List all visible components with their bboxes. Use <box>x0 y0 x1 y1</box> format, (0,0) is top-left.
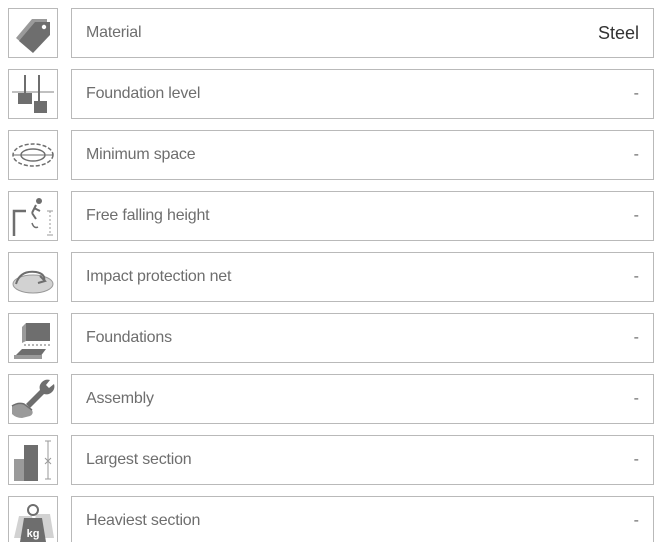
wrench-hand-icon <box>11 379 55 418</box>
minimum-space-icon <box>12 143 54 167</box>
spec-label: Impact protection net <box>86 268 232 285</box>
spec-value: - <box>633 512 639 529</box>
spec-row-material: Material Steel <box>8 8 654 58</box>
spec-field: Minimum space - <box>71 130 654 180</box>
spec-row-largest-section: Largest section - <box>8 435 654 485</box>
spec-field: Largest section - <box>71 435 654 485</box>
spec-icon-box <box>8 252 58 302</box>
specification-list: Material Steel Foundation level - Minimu… <box>0 0 658 542</box>
spec-row-impact-protection-net: Impact protection net - <box>8 252 654 302</box>
spec-field: Material Steel <box>71 8 654 58</box>
spec-label: Largest section <box>86 451 192 468</box>
spec-label: Foundations <box>86 329 172 346</box>
spec-label: Assembly <box>86 390 154 407</box>
spec-value: - <box>633 451 639 468</box>
spec-icon-box <box>8 69 58 119</box>
spec-value: - <box>633 146 639 163</box>
spec-label: Free falling height <box>86 207 210 224</box>
spec-value: - <box>633 207 639 224</box>
spec-field: Free falling height - <box>71 191 654 241</box>
spec-label: Material <box>86 24 142 41</box>
largest-section-icon <box>14 440 52 481</box>
weight-unit-text: kg <box>27 528 40 540</box>
spec-row-heaviest-section: kg Heaviest section - <box>8 496 654 542</box>
free-fall-height-icon <box>12 198 53 236</box>
spec-value: Steel <box>597 23 639 43</box>
spec-label: Minimum space <box>86 146 196 163</box>
impact-protection-icon <box>12 270 54 294</box>
spec-icon-box <box>8 130 58 180</box>
spec-field: Assembly - <box>71 374 654 424</box>
spec-value: - <box>633 329 639 346</box>
spec-field: Impact protection net - <box>71 252 654 302</box>
spec-label: Heaviest section <box>86 512 201 529</box>
spec-icon-box <box>8 435 58 485</box>
spec-value: - <box>633 85 639 102</box>
price-tag-icon <box>16 19 50 53</box>
spec-icon-box <box>8 313 58 363</box>
spec-icon-box <box>8 8 58 58</box>
spec-icon-box <box>8 191 58 241</box>
spec-field: Foundations - <box>71 313 654 363</box>
spec-row-free-falling-height: Free falling height - <box>8 191 654 241</box>
spec-label: Foundation level <box>86 85 201 102</box>
spec-field: Foundation level - <box>71 69 654 119</box>
spec-icon-box: kg <box>8 496 58 542</box>
spec-field: Heaviest section - <box>71 496 654 542</box>
spec-icon-box <box>8 374 58 424</box>
foundation-level-icon <box>12 75 54 113</box>
spec-row-foundations: Foundations - <box>8 313 654 363</box>
spec-row-assembly: Assembly - <box>8 374 654 424</box>
foundations-icon <box>14 323 52 359</box>
spec-value: - <box>633 268 639 285</box>
spec-value: - <box>633 390 639 407</box>
weight-kg-icon: kg <box>14 504 54 542</box>
spec-row-foundation-level: Foundation level - <box>8 69 654 119</box>
spec-row-minimum-space: Minimum space - <box>8 130 654 180</box>
